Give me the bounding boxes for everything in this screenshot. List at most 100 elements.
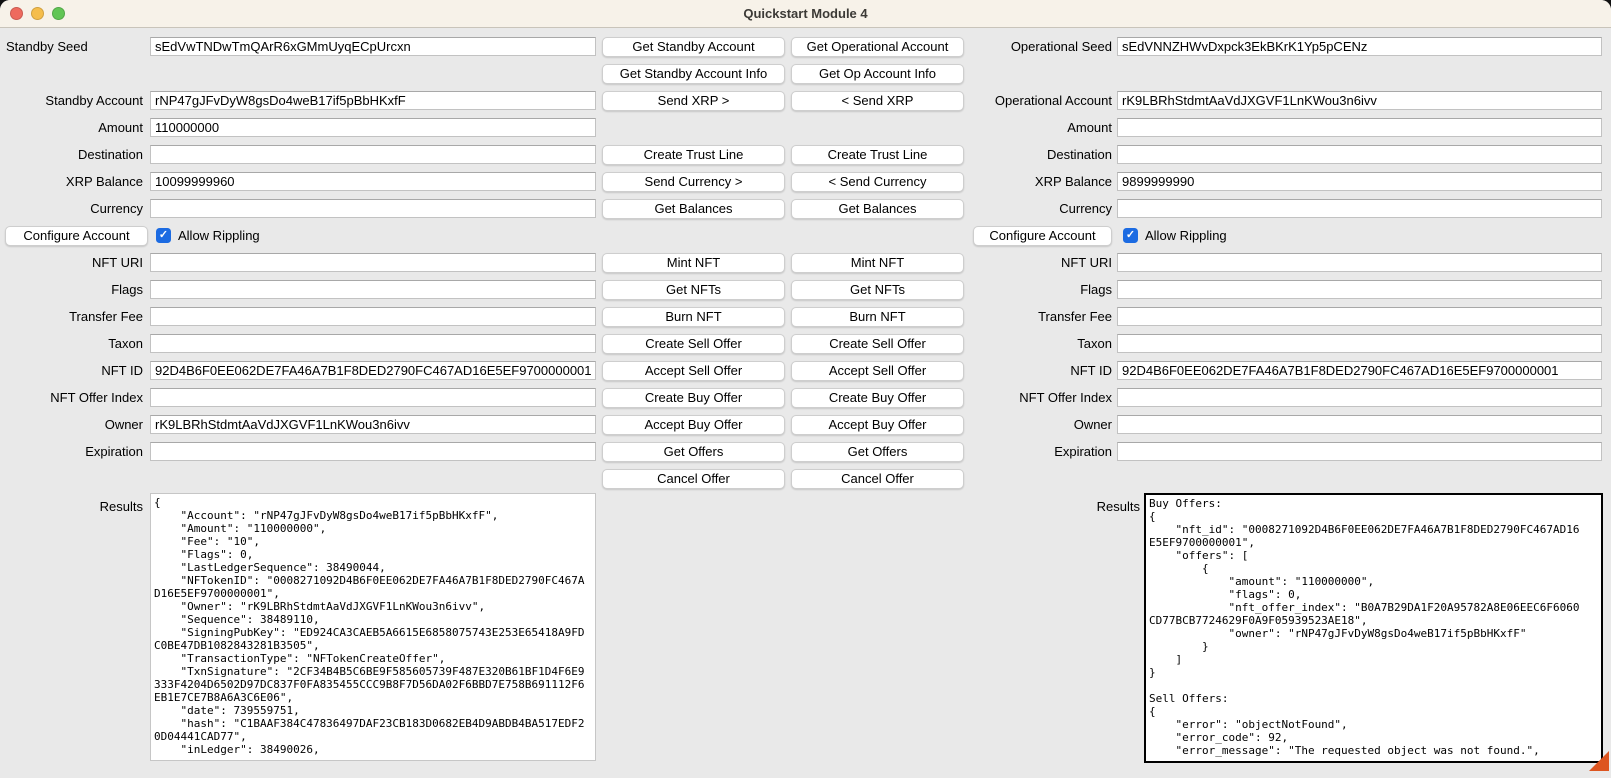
row-results: Results { "Account": "rNP47gJFvDyW8gsDo4… [0,493,1611,763]
row-seed: Standby Seed Get Standby Account Get Ope… [0,33,1611,60]
get-standby-account-info-button[interactable]: Get Standby Account Info [602,64,785,84]
titlebar: Quickstart Module 4 [0,0,1611,28]
operational-results-textarea[interactable]: Buy Offers: { "nft_id": "0008271092D4B6F… [1144,493,1603,763]
row-owner: Owner Accept Buy Offer Accept Buy Offer … [0,411,1611,438]
operational-taxon-input[interactable] [1117,334,1602,353]
accept-buy-offer-standby-button[interactable]: Accept Buy Offer [602,415,785,435]
row-transfer-fee: Transfer Fee Burn NFT Burn NFT Transfer … [0,303,1611,330]
operational-currency-input[interactable] [1117,199,1602,218]
operational-nft-id-input[interactable] [1117,361,1602,380]
get-op-account-info-button[interactable]: Get Op Account Info [791,64,964,84]
standby-account-input[interactable] [150,91,596,110]
operational-seed-input[interactable] [1117,37,1602,56]
operational-nft-id-label: NFT ID [964,357,1117,384]
operational-expiration-input[interactable] [1117,442,1602,461]
standby-flags-label: Flags [0,276,150,303]
standby-nft-offer-index-input[interactable] [150,388,596,407]
get-standby-account-button[interactable]: Get Standby Account [602,37,785,57]
standby-nft-id-input[interactable] [150,361,596,380]
get-offers-standby-button[interactable]: Get Offers [602,442,785,462]
standby-taxon-label: Taxon [0,330,150,357]
standby-nft-offer-index-label: NFT Offer Index [0,384,150,411]
standby-currency-label: Currency [0,195,150,222]
get-operational-account-button[interactable]: Get Operational Account [791,37,964,57]
minimize-button[interactable] [31,7,44,20]
operational-nft-uri-input[interactable] [1117,253,1602,272]
create-buy-offer-standby-button[interactable]: Create Buy Offer [602,388,785,408]
operational-configure-account-button[interactable]: Configure Account [973,226,1112,246]
cancel-offer-operational-button[interactable]: Cancel Offer [791,469,964,489]
operational-currency-label: Currency [964,195,1117,222]
standby-destination-input[interactable] [150,145,596,164]
standby-flags-input[interactable] [150,280,596,299]
operational-destination-label: Destination [964,141,1117,168]
row-configure: Configure Account ✓ Allow Rippling Confi… [0,222,1611,249]
operational-flags-label: Flags [964,276,1117,303]
page-title: Quickstart Module 4 [0,6,1611,21]
operational-xrp-balance-input[interactable] [1117,172,1602,191]
operational-account-input[interactable] [1117,91,1602,110]
accept-buy-offer-operational-button[interactable]: Accept Buy Offer [791,415,964,435]
standby-currency-input[interactable] [150,199,596,218]
standby-nft-uri-input[interactable] [150,253,596,272]
get-nfts-operational-button[interactable]: Get NFTs [791,280,964,300]
standby-nft-uri-label: NFT URI [0,249,150,276]
standby-results-label: Results [0,493,150,514]
standby-amount-input[interactable] [150,118,596,137]
mint-nft-operational-button[interactable]: Mint NFT [791,253,964,273]
row-nft-uri: NFT URI Mint NFT Mint NFT NFT URI [0,249,1611,276]
operational-allow-rippling-checkbox[interactable]: ✓ [1123,228,1138,243]
mint-nft-standby-button[interactable]: Mint NFT [602,253,785,273]
get-balances-operational-button[interactable]: Get Balances [791,199,964,219]
operational-amount-input[interactable] [1117,118,1602,137]
send-xrp-right-button[interactable]: Send XRP > [602,91,785,111]
operational-destination-input[interactable] [1117,145,1602,164]
operational-transfer-fee-input[interactable] [1117,307,1602,326]
row-account: Standby Account Send XRP > < Send XRP Op… [0,87,1611,114]
operational-amount-label: Amount [964,114,1117,141]
standby-nft-id-label: NFT ID [0,357,150,384]
create-buy-offer-operational-button[interactable]: Create Buy Offer [791,388,964,408]
standby-allow-rippling-checkbox[interactable]: ✓ [156,228,171,243]
standby-transfer-fee-input[interactable] [150,307,596,326]
standby-owner-input[interactable] [150,415,596,434]
cancel-offer-standby-button[interactable]: Cancel Offer [602,469,785,489]
close-button[interactable] [10,7,23,20]
operational-owner-input[interactable] [1117,415,1602,434]
standby-expiration-input[interactable] [150,442,596,461]
operational-nft-uri-label: NFT URI [964,249,1117,276]
accept-sell-offer-operational-button[interactable]: Accept Sell Offer [791,361,964,381]
standby-account-label: Standby Account [0,87,150,114]
accept-sell-offer-standby-button[interactable]: Accept Sell Offer [602,361,785,381]
standby-configure-account-button[interactable]: Configure Account [5,226,148,246]
burn-nft-operational-button[interactable]: Burn NFT [791,307,964,327]
create-trust-line-standby-button[interactable]: Create Trust Line [602,145,785,165]
standby-owner-label: Owner [0,411,150,438]
get-offers-operational-button[interactable]: Get Offers [791,442,964,462]
send-currency-right-button[interactable]: Send Currency > [602,172,785,192]
operational-nft-offer-index-input[interactable] [1117,388,1602,407]
standby-results-textarea[interactable]: { "Account": "rNP47gJFvDyW8gsDo4weB17if5… [150,493,596,761]
standby-xrp-balance-input[interactable] [150,172,596,191]
check-icon: ✓ [1126,230,1135,241]
operational-flags-input[interactable] [1117,280,1602,299]
row-nft-id: NFT ID Accept Sell Offer Accept Sell Off… [0,357,1611,384]
check-icon: ✓ [159,230,168,241]
traffic-lights [10,7,65,20]
send-currency-left-button[interactable]: < Send Currency [791,172,964,192]
form-area: Standby Seed Get Standby Account Get Ope… [0,28,1611,763]
create-trust-line-operational-button[interactable]: Create Trust Line [791,145,964,165]
standby-seed-input[interactable] [150,37,596,56]
send-xrp-left-button[interactable]: < Send XRP [791,91,964,111]
row-account-info: Get Standby Account Info Get Op Account … [0,60,1611,87]
get-nfts-standby-button[interactable]: Get NFTs [602,280,785,300]
create-sell-offer-operational-button[interactable]: Create Sell Offer [791,334,964,354]
create-sell-offer-standby-button[interactable]: Create Sell Offer [602,334,785,354]
get-balances-standby-button[interactable]: Get Balances [602,199,785,219]
burn-nft-standby-button[interactable]: Burn NFT [602,307,785,327]
zoom-button[interactable] [52,7,65,20]
app-window: Quickstart Module 4 Standby Seed Get Sta… [0,0,1611,778]
standby-expiration-label: Expiration [0,438,150,465]
standby-taxon-input[interactable] [150,334,596,353]
operational-expiration-label: Expiration [964,438,1117,465]
